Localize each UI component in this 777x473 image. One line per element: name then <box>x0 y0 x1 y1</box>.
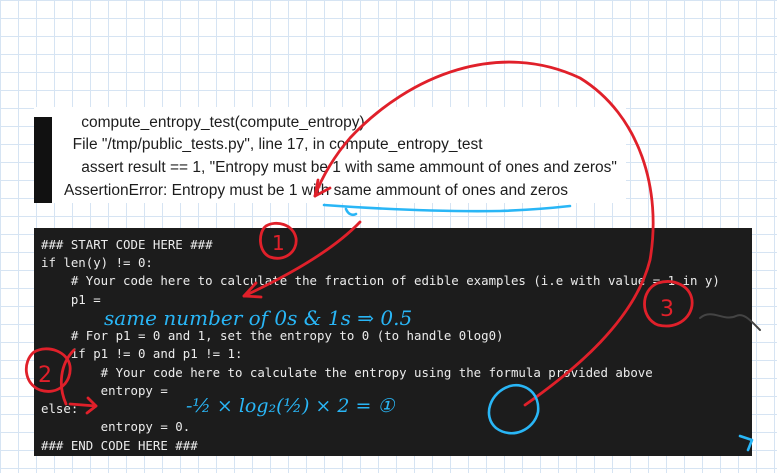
assertion-error-line: AssertionError: Entropy must be 1 with s… <box>64 182 568 199</box>
code-line: p1 = <box>41 292 101 307</box>
code-line: # Your code here to calculate the entrop… <box>41 365 653 380</box>
traceback-output: compute_entropy_test(compute_entropy) Fi… <box>34 107 626 203</box>
code-line: entropy = 0. <box>41 419 191 434</box>
code-line: ### START CODE HERE ### <box>41 237 213 252</box>
code-line: if p1 != 0 and p1 != 1: <box>41 346 243 361</box>
code-cell[interactable]: ### START CODE HERE ### if len(y) != 0: … <box>34 228 752 456</box>
code-line: # For p1 = 0 and 1, set the entropy to 0… <box>41 328 504 343</box>
code-line: entropy = <box>41 383 168 398</box>
code-line: if len(y) != 0: <box>41 255 153 270</box>
output-gutter <box>34 117 52 203</box>
code-line: ### END CODE HERE ### <box>41 438 198 453</box>
code-line: # Your code here to calculate the fracti… <box>41 273 720 288</box>
traceback-line: File "/tmp/public_tests.py", line 17, in… <box>64 136 483 153</box>
underline-annotation <box>344 207 358 217</box>
underline-annotation <box>322 203 572 213</box>
code-line: else: <box>41 401 79 416</box>
traceback-line: compute_entropy_test(compute_entropy) <box>64 114 365 131</box>
traceback-line: assert result == 1, "Entropy must be 1 w… <box>64 159 617 176</box>
